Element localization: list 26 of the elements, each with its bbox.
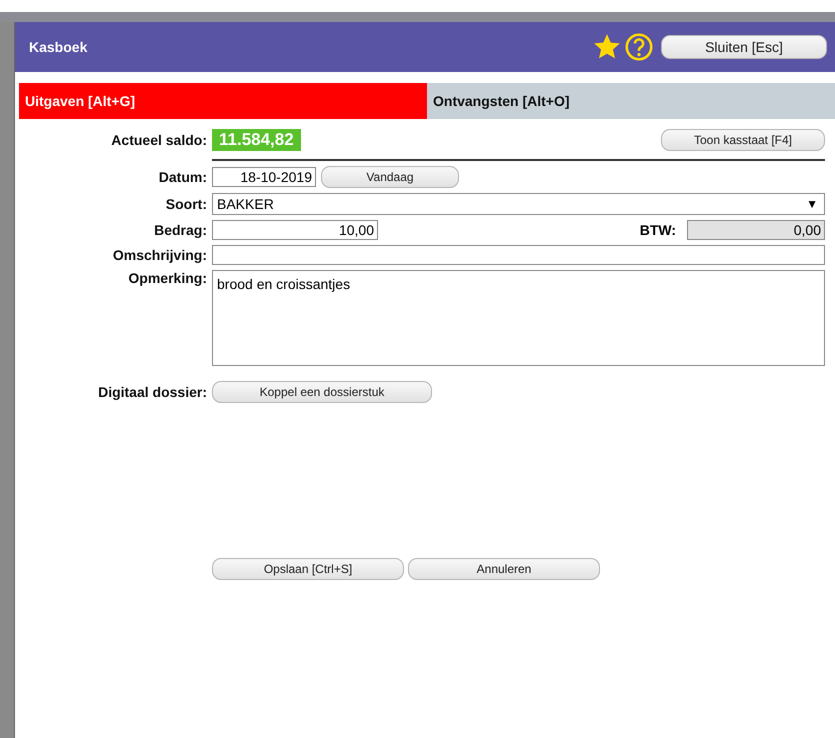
help-icon[interactable] [625, 33, 653, 61]
vat-field: 0,00 [687, 220, 825, 240]
show-cash-report-button[interactable]: Toon kasstaat [F4] [661, 129, 825, 151]
balance-label: Actueel saldo: [110, 132, 207, 148]
tab[interactable]: Uitgaven [Alt+G] [19, 83, 427, 119]
cancel-button[interactable]: Annuleren [408, 558, 600, 580]
close-button[interactable]: Sluiten [Esc] [661, 35, 827, 59]
amount-label: Bedrag: [153, 222, 207, 238]
vat-label: BTW: [640, 222, 676, 238]
date-label: Datum: [158, 169, 207, 185]
window-title: Kasboek [29, 39, 88, 55]
type-dropdown[interactable]: BAKKER ▼ [212, 193, 825, 215]
date-field[interactable]: 18-10-2019 [212, 167, 316, 187]
attach-document-button[interactable]: Koppel een dossierstuk [212, 381, 432, 403]
type-label: Soort: [164, 196, 207, 212]
tab[interactable]: Ontvangsten [Alt+O] [427, 83, 835, 119]
star-icon[interactable] [593, 33, 621, 61]
today-button[interactable]: Vandaag [321, 166, 459, 188]
remark-label: Opmerking: [127, 270, 207, 286]
remark-field[interactable]: brood en croissantjes [212, 270, 825, 366]
dossier-label: Digitaal dossier: [97, 384, 207, 400]
balance-value: 11.584,82 [212, 129, 301, 151]
amount-field[interactable]: 10,00 [212, 220, 378, 240]
description-field[interactable] [212, 245, 825, 265]
description-label: Omschrijving: [112, 247, 207, 263]
save-button[interactable]: Opslaan [Ctrl+S] [212, 558, 404, 580]
